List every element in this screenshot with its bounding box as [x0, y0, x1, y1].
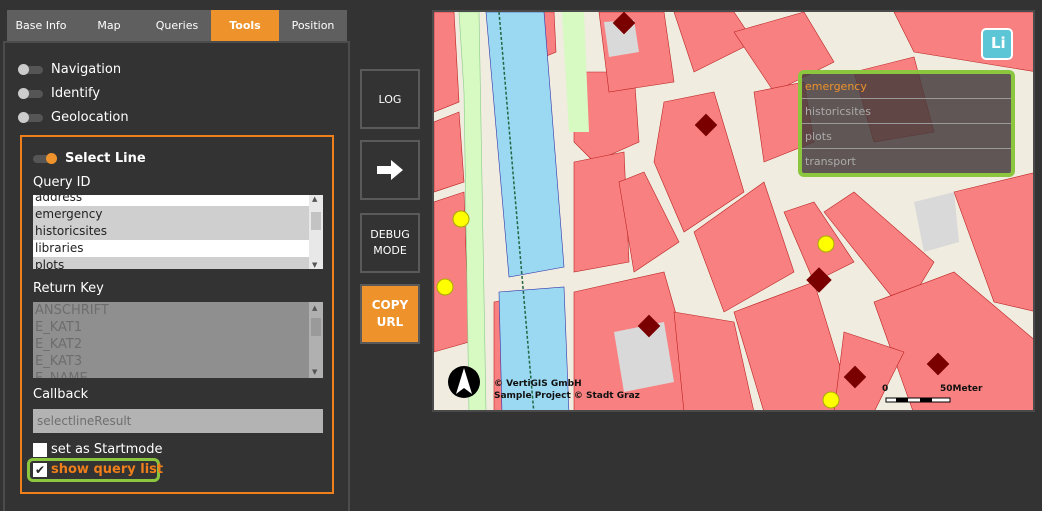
list-item[interactable]: emergency: [33, 206, 323, 223]
copy-url-button[interactable]: COPY URL: [360, 284, 420, 344]
scrollbar[interactable]: ▲ ▼: [309, 195, 323, 269]
list-item[interactable]: plots: [33, 257, 323, 269]
return-key-label: Return Key: [33, 281, 104, 296]
scale-start: 0: [882, 384, 889, 394]
list-item[interactable]: historicsites: [33, 223, 323, 240]
map-attribution: © VertiGIS GmbH Sample Project © Stadt Gr…: [494, 378, 640, 402]
scale-end: 50Meter: [940, 384, 983, 394]
arrow-button[interactable]: [360, 140, 420, 200]
query-list-item[interactable]: plots: [802, 124, 1011, 149]
tool-navigation[interactable]: Navigation: [18, 62, 122, 77]
list-item[interactable]: E_NAME: [33, 370, 323, 378]
scrollbar[interactable]: ▲ ▼: [309, 302, 323, 378]
tab-position[interactable]: Position: [279, 10, 347, 41]
tool-label: Navigation: [51, 62, 122, 77]
select-line-section: Select Line Query ID address emergency h…: [20, 135, 334, 494]
list-item[interactable]: libraries: [33, 240, 323, 257]
toggle-switch[interactable]: [33, 152, 57, 164]
toggle-switch[interactable]: [18, 63, 43, 75]
copyright-line: © VertiGIS GmbH: [494, 379, 582, 389]
checkbox[interactable]: [33, 442, 47, 457]
tab-queries[interactable]: Queries: [143, 10, 211, 41]
checkbox-checked-icon[interactable]: ✔: [33, 462, 47, 477]
logo-text[interactable]: Li: [991, 34, 1006, 52]
query-list-item[interactable]: emergency: [802, 74, 1011, 99]
scale-labels: 0 50Meter: [882, 384, 982, 394]
copyright-line: Sample Project © Stadt Graz: [494, 391, 640, 401]
list-item[interactable]: E_KAT1: [33, 319, 323, 336]
show-query-list-checkbox[interactable]: ✔ show query list: [33, 462, 163, 477]
callback-input[interactable]: selectlineResult: [33, 409, 323, 433]
toggle-switch[interactable]: [18, 111, 43, 123]
query-list-item[interactable]: transport: [802, 149, 1011, 174]
callback-label: Callback: [33, 387, 89, 402]
query-id-label: Query ID: [33, 175, 91, 190]
select-line-toggle[interactable]: Select Line: [33, 151, 146, 166]
tool-geolocation[interactable]: Geolocation: [18, 110, 129, 125]
log-button[interactable]: LOG: [360, 69, 420, 129]
query-list-popup: emergency historicsites plots transport: [798, 70, 1015, 177]
list-item[interactable]: E_KAT2: [33, 336, 323, 353]
return-key-list[interactable]: ANSCHRIFT E_KAT1 E_KAT2 E_KAT3 E_NAME ▲▼: [33, 302, 323, 378]
startmode-checkbox[interactable]: set as Startmode: [33, 442, 163, 457]
query-id-list[interactable]: address emergency historicsites librarie…: [33, 195, 323, 269]
show-query-list-label: show query list: [51, 462, 164, 477]
tool-label: Geolocation: [51, 110, 129, 125]
select-line-title: Select Line: [65, 151, 146, 166]
scale-bar: [885, 397, 951, 403]
tab-bar: Base Info Map Queries Tools Position: [7, 10, 347, 41]
tab-map[interactable]: Map: [75, 10, 143, 41]
list-item[interactable]: address: [33, 195, 323, 206]
startmode-label: set as Startmode: [51, 442, 163, 457]
map-view[interactable]: Li emergency historicsites plots transpo…: [432, 10, 1035, 412]
arrow-right-icon: [377, 160, 403, 180]
list-item[interactable]: E_KAT3: [33, 353, 323, 370]
debug-mode-button[interactable]: DEBUG MODE: [360, 213, 420, 273]
tool-label: Identify: [51, 86, 101, 101]
north-arrow-icon: [448, 366, 480, 398]
list-item[interactable]: ANSCHRIFT: [33, 302, 323, 319]
toggle-switch[interactable]: [18, 87, 43, 99]
tab-tools[interactable]: Tools: [211, 10, 279, 41]
tool-identify[interactable]: Identify: [18, 86, 101, 101]
tab-base-info[interactable]: Base Info: [7, 10, 75, 41]
query-list-item[interactable]: historicsites: [802, 99, 1011, 124]
